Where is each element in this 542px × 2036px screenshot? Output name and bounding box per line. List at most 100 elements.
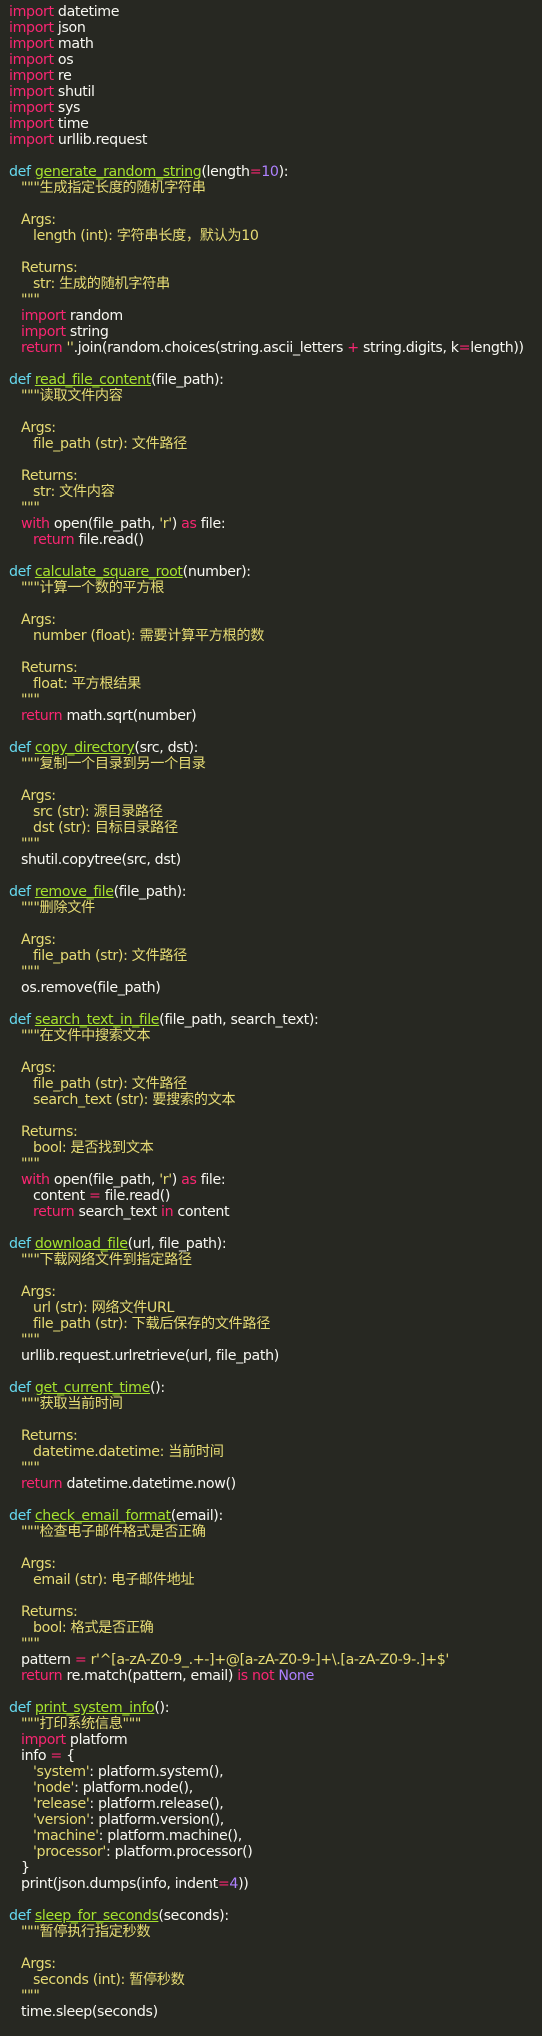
string-token: Args:: [21, 212, 56, 228]
number-token: None: [278, 1668, 314, 1684]
code-line: """: [9, 292, 542, 308]
string-token: """: [21, 292, 40, 308]
code-line: def remove_file(file_path):: [9, 884, 542, 900]
string-token: """: [21, 1636, 40, 1652]
code-token: urllib.request.urlretrieve(url, file_pat…: [21, 1348, 279, 1364]
code-token: : platform.release(),: [89, 1796, 224, 1812]
code-line: 'machine': platform.machine(),: [9, 1828, 542, 1844]
code-line: import os: [9, 52, 542, 68]
string-token: """: [21, 964, 40, 980]
string-token: """删除文件: [21, 900, 95, 916]
keyword-token: in: [160, 1204, 174, 1220]
string-token: """打印系统信息""": [21, 1716, 142, 1732]
operator-token: =: [458, 340, 471, 356]
string-token: url (str): 网络文件URL: [33, 1300, 175, 1316]
code-token: file:: [196, 516, 226, 532]
string-token: 'processor': [33, 1844, 106, 1860]
code-line: with open(file_path, 'r') as file:: [9, 516, 542, 532]
code-token: open(file_path,: [49, 1172, 160, 1188]
string-token: """读取文件内容: [21, 388, 123, 404]
code-line: file_path (str): 文件路径: [9, 948, 542, 964]
code-token: ):: [278, 164, 289, 180]
code-token: search_text: [74, 1204, 161, 1220]
code-line: import string: [9, 324, 542, 340]
function-name-token: get_current_time: [34, 1380, 150, 1396]
string-token: """: [21, 1988, 40, 2004]
code-line: file_path (str): 文件路径: [9, 1076, 542, 1092]
code-token: os: [53, 52, 74, 68]
keyword-token: is not: [237, 1668, 275, 1684]
keyword-token: import: [21, 324, 66, 340]
string-token: datetime.datetime: 当前时间: [33, 1444, 224, 1460]
code-token: }: [21, 1860, 30, 1876]
code-line: Args:: [9, 788, 542, 804]
code-line: import math: [9, 36, 542, 52]
code-line: """读取文件内容: [9, 388, 542, 404]
code-line: """获取当前时间: [9, 1396, 542, 1412]
string-token: Returns:: [21, 660, 78, 676]
operator-token: =: [249, 164, 262, 180]
code-token: urllib.request: [53, 132, 148, 148]
code-line: print(json.dumps(info, indent=4)): [9, 1876, 542, 1892]
code-line: time.sleep(seconds): [9, 2004, 542, 2020]
code-line: bool: 是否找到文本: [9, 1140, 542, 1156]
code-token: open(file_path,: [49, 516, 160, 532]
string-token: number (float): 需要计算平方根的数: [33, 628, 265, 644]
code-line: 'system': platform.system(),: [9, 1764, 542, 1780]
code-token: string.digits, k: [358, 340, 459, 356]
code-line: search_text (str): 要搜索的文本: [9, 1092, 542, 1108]
code-line: Returns:: [9, 260, 542, 276]
code-line: src (str): 源目录路径: [9, 804, 542, 820]
keyword-token: import: [21, 308, 66, 324]
code-line: Args:: [9, 1556, 542, 1572]
code-line: str: 文件内容: [9, 484, 542, 500]
code-line: shutil.copytree(src, dst): [9, 852, 542, 868]
string-token: """: [21, 1460, 40, 1476]
code-line: import re: [9, 68, 542, 84]
function-name-token: copy_directory: [34, 740, 135, 756]
code-token: math: [53, 36, 94, 52]
code-token: : platform.version(),: [89, 1812, 225, 1828]
string-token: 'machine': [33, 1828, 99, 1844]
code-token: file.read(): [74, 532, 144, 548]
code-line: import urllib.request: [9, 132, 542, 148]
def-keyword-token: def: [9, 564, 31, 580]
string-token: 'node': [33, 1780, 75, 1796]
code-token: math.sqrt(number): [62, 708, 197, 724]
code-token: (src, dst):: [134, 740, 199, 756]
code-line: import platform: [9, 1732, 542, 1748]
code-token: shutil: [53, 84, 95, 100]
code-line: Returns:: [9, 660, 542, 676]
code-editor[interactable]: import datetime import json import math imp…: [0, 0, 542, 2036]
def-keyword-token: def: [9, 740, 31, 756]
code-token: re.match(pattern, email): [62, 1668, 238, 1684]
string-token: bool: 是否找到文本: [33, 1140, 154, 1156]
code-line: return re.match(pattern, email) is not N…: [9, 1668, 542, 1684]
code-token: (email):: [170, 1508, 224, 1524]
code-line: Returns:: [9, 1604, 542, 1620]
code-token: : platform.processor(): [105, 1844, 253, 1860]
code-line: """暂停执行指定秒数: [9, 1924, 542, 1940]
code-token: .join(random.choices(string.ascii_letter…: [73, 340, 348, 356]
code-token: content: [173, 1204, 230, 1220]
code-line: """: [9, 964, 542, 980]
number-token: 4: [229, 1876, 239, 1892]
code-token: ():: [154, 1700, 170, 1716]
code-line: dst (str): 目标目录路径: [9, 820, 542, 836]
number-token: 10: [261, 164, 279, 180]
code-line: import json: [9, 20, 542, 36]
keyword-token: return: [21, 708, 63, 724]
string-token: Args:: [21, 932, 56, 948]
def-keyword-token: def: [9, 1380, 31, 1396]
keyword-token: import: [9, 20, 54, 36]
keyword-token: import: [9, 116, 54, 132]
code-line: datetime.datetime: 当前时间: [9, 1444, 542, 1460]
